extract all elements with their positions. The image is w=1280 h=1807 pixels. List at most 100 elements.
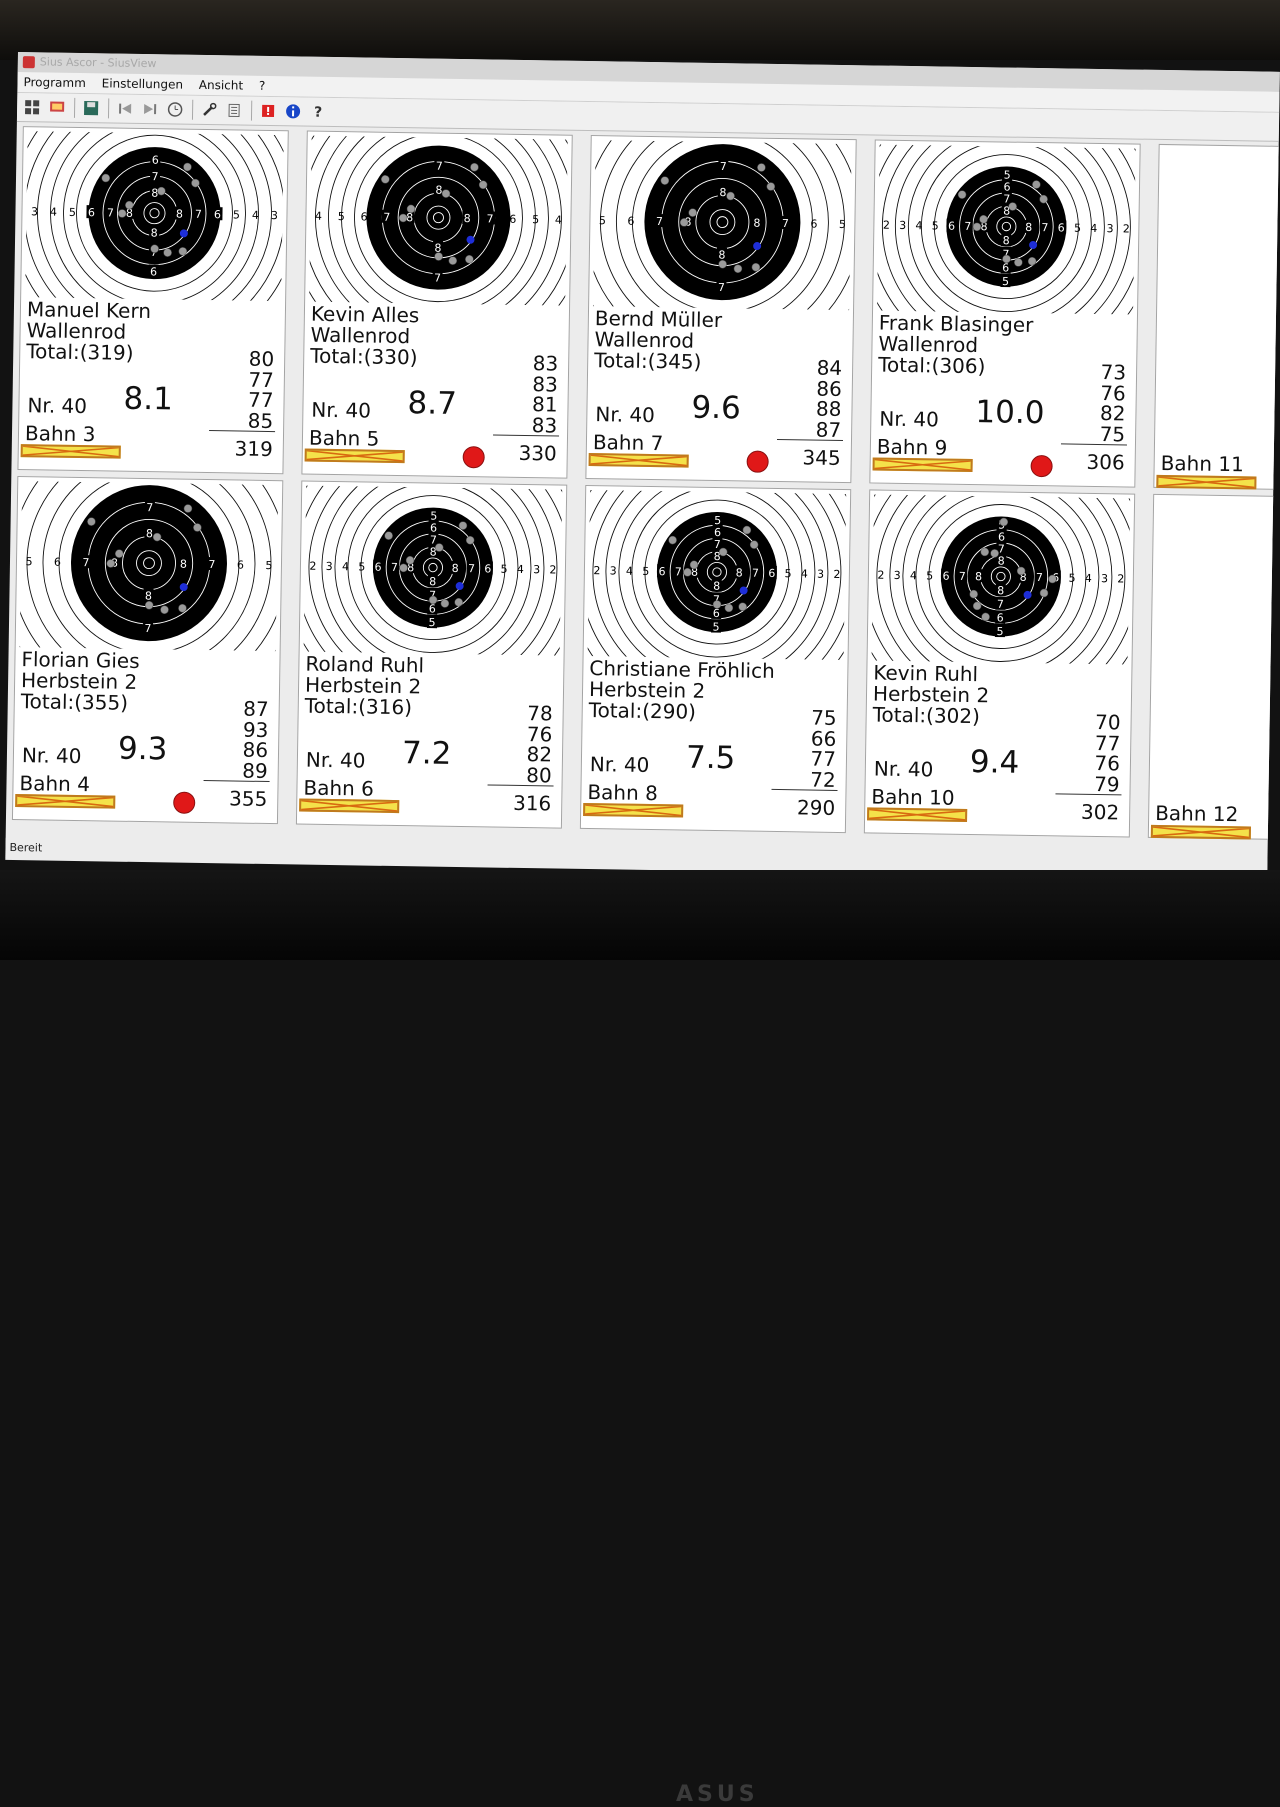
info-icon[interactable] — [282, 100, 304, 122]
lane-card-bahn11[interactable]: Bahn 11 — [1153, 144, 1280, 492]
monitor-bezel-top — [0, 0, 1280, 60]
shot-hole — [982, 613, 990, 621]
ring-number: 7 — [964, 220, 971, 233]
shooting-target: 2345678876543256788765 — [872, 495, 1131, 665]
series-score: 83 — [502, 353, 558, 374]
lane-label: Bahn 10 — [871, 784, 955, 809]
ring-number: 5 — [784, 567, 791, 580]
ring-number: 6 — [214, 208, 221, 221]
monitor-icon[interactable] — [46, 96, 68, 118]
total-projection: Total:(355) — [21, 691, 129, 714]
ring-number: 7 — [486, 212, 493, 225]
lane-flag-icon — [583, 803, 683, 818]
lane-card-bahn8[interactable]: 2345678876543256788765Christiane Fröhlic… — [580, 485, 851, 833]
first-shot-icon[interactable] — [114, 98, 136, 120]
shot-hole — [449, 257, 457, 265]
lane-label: Bahn 3 — [25, 421, 96, 446]
ring-number: 6 — [360, 210, 367, 223]
shot-hole — [752, 263, 760, 271]
ring-number: 6 — [150, 265, 157, 278]
next-shot-icon[interactable] — [139, 98, 161, 120]
shot-number: Nr. 40 — [590, 752, 650, 777]
ring-number: 7 — [383, 211, 390, 224]
ring-number: 4 — [915, 219, 922, 232]
monitor-bezel-bottom: ASUS — [0, 870, 1280, 960]
sum-score: 330 — [518, 441, 557, 466]
lane-flag-icon — [873, 457, 973, 472]
lane-card-bahn5[interactable]: 45678876547887Kevin AllesWallenrodTotal:… — [301, 131, 572, 479]
ring-number: 5 — [338, 210, 345, 223]
sum-divider — [493, 435, 559, 437]
clock-icon[interactable] — [164, 98, 186, 120]
last-shot-value: 10.0 — [975, 394, 1045, 431]
menu-programm[interactable]: Programm — [23, 75, 86, 90]
alarm-icon[interactable] — [257, 100, 279, 122]
shot-hole — [683, 568, 691, 576]
ring-number: 3 — [1101, 572, 1108, 585]
shot-hole — [178, 604, 186, 612]
shot-hole — [669, 536, 677, 544]
list-icon[interactable] — [223, 99, 245, 121]
lane-card-bahn10[interactable]: 2345678876543256788765Kevin RuhlHerbstei… — [864, 489, 1135, 837]
shot-hole — [164, 249, 172, 257]
shot-hole — [466, 536, 474, 544]
ring-number: 5 — [233, 208, 240, 221]
lane-flag-icon — [21, 444, 121, 459]
lane-label: Bahn 8 — [587, 780, 658, 805]
shot-number: Nr. 40 — [22, 743, 82, 768]
ring-number: 6 — [88, 206, 95, 219]
series-score: 79 — [1063, 773, 1119, 794]
lane-label: Bahn 12 — [1155, 801, 1239, 826]
ring-number: 8 — [975, 570, 982, 583]
ring-number: 6 — [713, 607, 720, 620]
shot-hole — [739, 603, 747, 611]
sum-score: 316 — [513, 791, 552, 816]
ring-number: 7 — [391, 561, 398, 574]
menu-ansicht[interactable]: Ansicht — [199, 78, 244, 93]
lane-card-bahn3[interactable]: 345678876543678876Manuel KernWallenrodTo… — [17, 126, 288, 474]
ring-number: 3 — [271, 209, 278, 222]
total-projection: Total:(345) — [594, 350, 702, 373]
series-scores: 84868887 — [785, 357, 842, 440]
shot-hole — [1040, 195, 1048, 203]
shot-hole — [191, 179, 199, 187]
menu-einstellungen[interactable]: Einstellungen — [102, 76, 184, 91]
lane-card-bahn7[interactable]: 567887657887Bernd MüllerWallenrodTotal:(… — [585, 135, 856, 483]
help-icon[interactable]: ? — [307, 101, 329, 123]
shot-hole — [1048, 575, 1056, 583]
shot-hole — [465, 255, 473, 263]
target-area: 45678876547887 — [309, 136, 568, 306]
ring-number: 6 — [54, 556, 61, 569]
lane-flag-icon — [15, 794, 115, 809]
menu-help[interactable]: ? — [259, 79, 266, 93]
lane-card-bahn4[interactable]: 567887657887Florian GiesHerbstein 2Total… — [12, 476, 283, 824]
series-scores: 78768280 — [496, 703, 553, 786]
lane-card-bahn12[interactable]: Bahn 12 — [1148, 494, 1280, 842]
series-score: 76 — [1064, 753, 1120, 774]
save-icon[interactable] — [80, 97, 102, 119]
shot-hole — [757, 163, 765, 171]
status-dot-icon — [746, 450, 768, 472]
shot-hole — [750, 541, 758, 549]
shooting-target: 345678876543678876 — [25, 131, 284, 301]
lane-card-bahn6[interactable]: 2345678876543256788765Roland RuhlHerbste… — [296, 481, 567, 829]
ring-number: 5 — [839, 218, 846, 231]
ring-number: 5 — [1074, 222, 1081, 235]
shot-hole — [1040, 589, 1048, 597]
grid-view-icon[interactable] — [21, 96, 43, 118]
shot-hole — [973, 602, 981, 610]
shot-hole — [979, 215, 987, 223]
wrench-icon[interactable] — [198, 99, 220, 121]
shot-hole — [455, 598, 463, 606]
lane-card-bahn9[interactable]: 2345678876543256788765Frank BlasingerWal… — [869, 139, 1140, 487]
series-score: 77 — [1064, 732, 1120, 753]
lane-flag-icon — [589, 453, 689, 468]
shot-hole — [385, 532, 393, 540]
ring-number: 8 — [180, 558, 187, 571]
ring-number: 5 — [642, 565, 649, 578]
ring-number: 7 — [997, 598, 1004, 611]
series-scores: 73768275 — [1069, 362, 1126, 445]
shot-hole — [435, 252, 443, 260]
ring-number: 8 — [176, 208, 183, 221]
shot-hole — [661, 177, 669, 185]
